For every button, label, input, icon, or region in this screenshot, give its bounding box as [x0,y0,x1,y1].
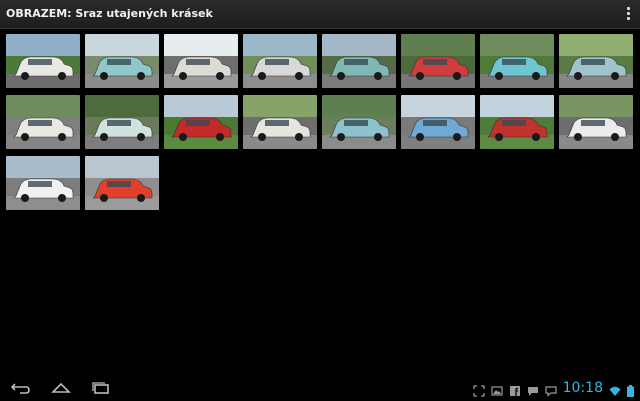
photo-thumbnail[interactable] [164,95,238,149]
overflow-menu-icon[interactable] [622,5,634,23]
facebook-icon [509,382,521,396]
photo-thumbnail[interactable] [85,95,159,149]
photo-thumbnail[interactable] [401,34,475,88]
status-area: 10:18 [472,378,634,398]
photo-thumbnail[interactable] [85,34,159,88]
clock: 10:18 [562,380,603,396]
photo-thumbnail[interactable] [164,34,238,88]
photo-thumbnail[interactable] [243,95,317,149]
photo-thumbnail[interactable] [322,34,396,88]
system-navbar: 10:18 [0,376,640,400]
gallery-notification-icon [491,382,503,396]
photo-thumbnail[interactable] [480,34,554,88]
photo-thumbnail[interactable] [85,156,159,210]
recent-apps-icon[interactable] [90,380,112,396]
back-icon[interactable] [10,380,32,396]
battery-icon [627,382,634,397]
photo-thumbnail[interactable] [243,34,317,88]
photo-thumbnail[interactable] [6,34,80,88]
wifi-icon [609,382,621,396]
chat-icon [545,382,557,397]
home-icon[interactable] [50,380,72,396]
message-icon [527,382,539,396]
action-bar: OBRAZEM: Sraz utajených krásek [0,0,640,29]
photo-thumbnail[interactable] [401,95,475,149]
photo-thumbnail[interactable] [6,95,80,149]
photo-thumbnail[interactable] [6,156,80,210]
fullscreen-icon [472,382,485,397]
page-title: OBRAZEM: Sraz utajených krásek [6,7,213,20]
photo-thumbnail[interactable] [559,95,633,149]
photo-thumbnail[interactable] [480,95,554,149]
photo-thumbnail[interactable] [322,95,396,149]
photo-thumbnail[interactable] [559,34,633,88]
